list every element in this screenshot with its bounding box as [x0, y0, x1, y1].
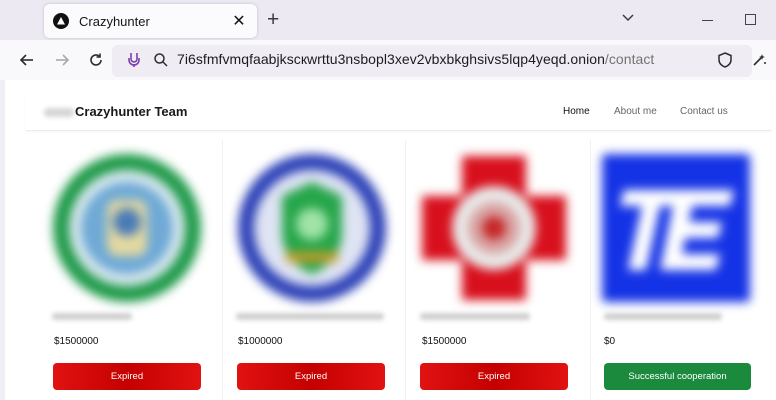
tab-close-icon[interactable]: ✕ [230, 11, 248, 31]
card-2-price: $1000000 [238, 336, 283, 347]
search-icon [151, 50, 171, 70]
card-3-logo [418, 152, 570, 304]
browser-tab[interactable]: Crazyhunter ✕ [44, 4, 257, 38]
window-maximize-button[interactable] [745, 14, 756, 25]
card-2-logo [236, 152, 388, 304]
forward-arrow-icon[interactable] [52, 50, 72, 70]
card-4-price: $0 [604, 336, 616, 347]
tab-title: Crazyhunter [79, 13, 150, 29]
card-1-price: $1500000 [54, 336, 99, 347]
extensions-icon[interactable] [749, 50, 769, 70]
back-arrow-icon[interactable] [17, 50, 37, 70]
nav-contact-link[interactable]: Contact us [680, 106, 728, 117]
url-path: /contact [604, 51, 655, 67]
tab-list-chevron-icon[interactable] [620, 10, 636, 26]
redacted-logo [44, 108, 74, 117]
card-divider [405, 140, 406, 400]
url-text[interactable]: 7i6sfmfvmqfaabjkscкwrttu3nsbopl3xev2vbxb… [177, 51, 654, 67]
favicon-icon [53, 13, 69, 29]
card-2-name-redacted [236, 313, 384, 320]
card-1-status-button[interactable]: Expired [53, 363, 201, 390]
card-2-status-button[interactable]: Expired [237, 363, 385, 390]
card-4-status-button[interactable]: Successful cooperation [604, 363, 751, 390]
card-4-name-redacted [604, 313, 722, 320]
nav-about-link[interactable]: About me [614, 106, 657, 117]
card-divider [222, 140, 223, 400]
tor-onion-icon[interactable] [124, 50, 144, 70]
card-4-logo [600, 152, 752, 304]
site-brand[interactable]: Crazyhunter Team [75, 104, 187, 119]
window-minimize-button[interactable] [702, 20, 713, 21]
card-1-name-redacted [52, 313, 132, 320]
card-3-status-button[interactable]: Expired [420, 363, 568, 390]
shield-icon[interactable] [715, 50, 735, 70]
new-tab-button[interactable]: + [267, 9, 279, 31]
card-3-price: $1500000 [422, 336, 467, 347]
nav-home-link[interactable]: Home [563, 106, 590, 117]
card-3-name-redacted [420, 313, 530, 320]
reload-icon[interactable] [86, 50, 106, 70]
url-host: 7i6sfmfvmqfaabjkscкwrttu3nsbopl3xev2vbxb… [177, 51, 605, 67]
card-divider [590, 140, 591, 400]
card-1-logo [51, 152, 203, 304]
